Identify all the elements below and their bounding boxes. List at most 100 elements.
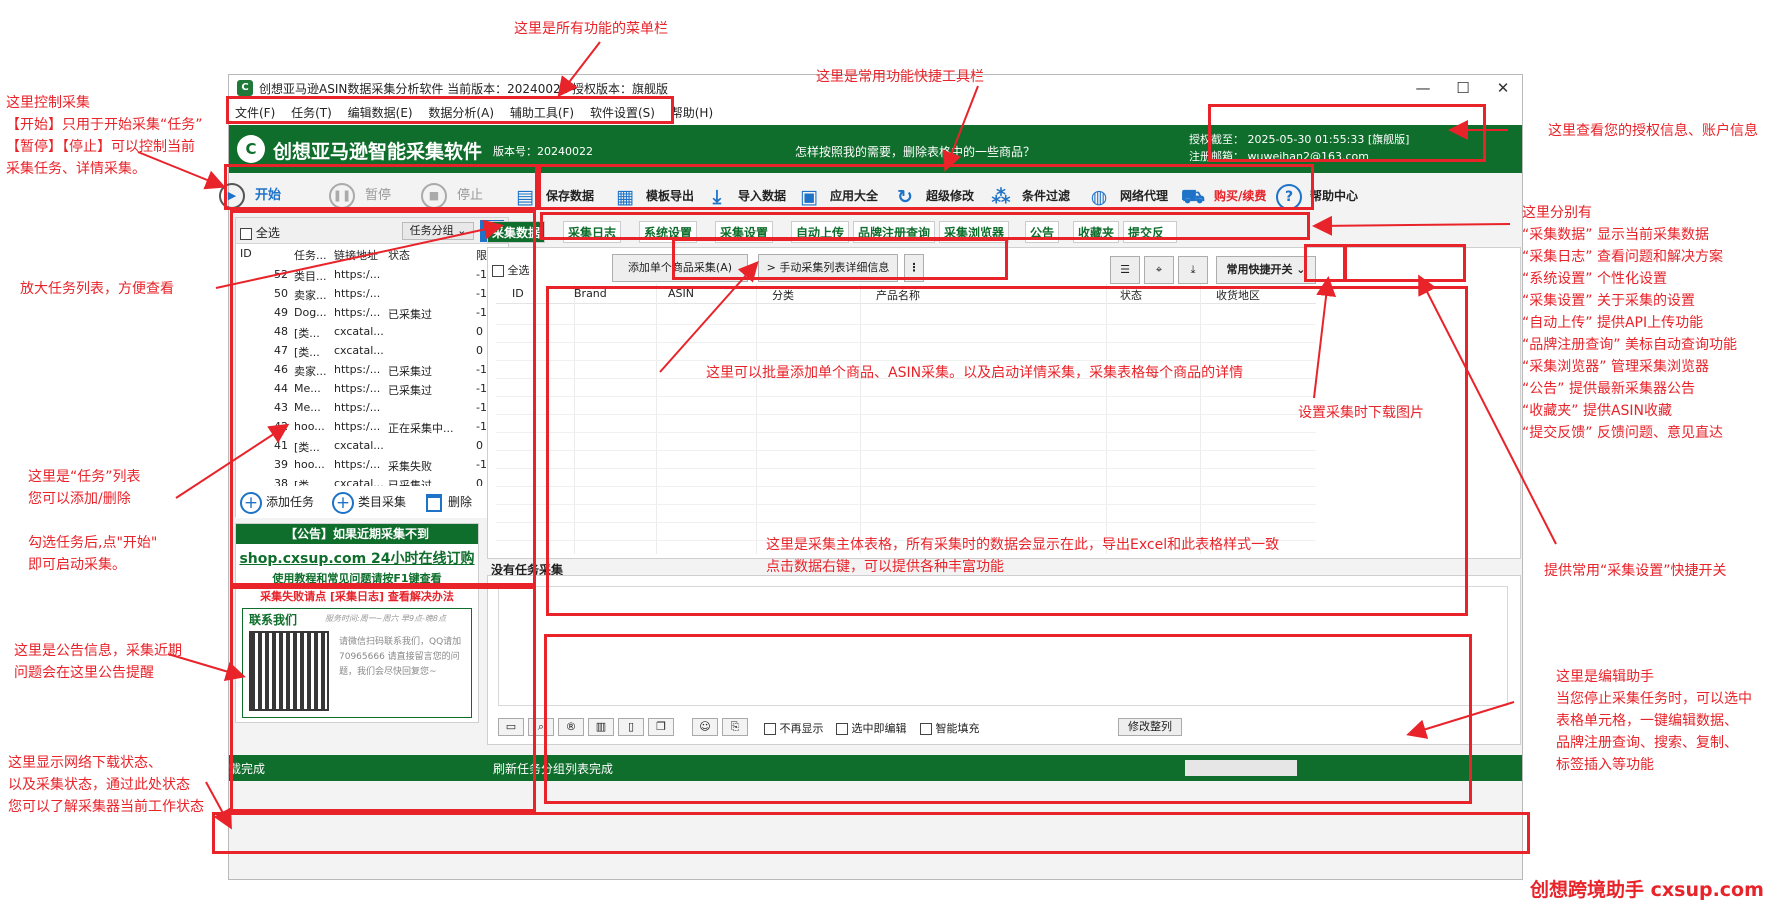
maximize-button[interactable]: ☐ (1443, 75, 1483, 101)
add-single-product-button[interactable]: 添加单个商品采集(A) (612, 254, 748, 282)
annotation-download-image: 设置采集时下载图片 (1298, 405, 1424, 421)
no-show-checkbox[interactable]: 不再显示 (764, 720, 824, 736)
import-data-button[interactable]: ⤓ 导入数据 (704, 181, 786, 211)
manual-detail-button[interactable]: > 手动采集列表详细信息 (758, 254, 898, 282)
annotation-control: 这里控制采集 【开始】只用于开始采集“任务” 【暂停】【停止】可以控制当前 采集任务、… (6, 95, 203, 177)
location-icon[interactable]: ⌖ (1144, 256, 1174, 284)
help-center-button[interactable]: ? 帮助中心 (1276, 181, 1358, 211)
task-row[interactable]: 42 hoo... https:/... 正在采集中... -1 (236, 418, 498, 436)
menu-tools[interactable]: 辅助工具(F) (504, 101, 580, 125)
task-row[interactable]: 39 hoo... https:/... 采集失败 -1 (236, 456, 498, 474)
contact-text: 请微信扫码联系我们，QQ请加 70965666 请直接留言您的问题，我们会尽快回… (339, 637, 462, 677)
filter-icon: ⁂ (991, 185, 1011, 208)
smart-fill-checkbox[interactable]: 智能填充 (920, 720, 980, 736)
template-export-button[interactable]: ▦ 模板导出 (612, 181, 694, 211)
notice-fail: 采集失败请点 [采集日志] 查看解决办法 (260, 590, 454, 603)
tab-brand-query[interactable]: 品牌注册查询 (853, 221, 936, 243)
filter-button[interactable]: ⁂ 条件过滤 (988, 181, 1070, 211)
auth-expiry: 授权截至： 2025-05-30 01:55:33 [旗舰版] (1189, 133, 1410, 146)
globe-icon: ◍ (1090, 185, 1108, 208)
copy-icon[interactable]: ❐ (648, 718, 674, 736)
tab-favorites[interactable]: 收藏夹 (1073, 221, 1120, 243)
tab-auto-upload[interactable]: 自动上传 (791, 221, 850, 243)
tab-notice[interactable]: 公告 (1025, 221, 1060, 243)
grid-row-divider (496, 468, 1316, 469)
minimize-button[interactable]: — (1403, 75, 1443, 101)
notice-panel: 【公告】如果近期采集不到 shop.cxsup.com 24小时在线订购 使用教… (235, 523, 479, 723)
menu-task[interactable]: 任务(T) (285, 101, 338, 125)
task-row[interactable]: 44 Me... https:/... 已采集过 -1 (236, 380, 498, 398)
task-row[interactable]: 41 [类... cxcatal... 0 (236, 437, 498, 455)
proxy-button[interactable]: ◍ 网络代理 (1086, 181, 1168, 211)
tab-collect-data[interactable]: 采集数据 (487, 221, 546, 243)
download-icon: ⤓ (712, 185, 722, 208)
task-row[interactable]: 50 卖家... https:/... -1 (236, 285, 498, 303)
app-icon: C (237, 80, 253, 96)
save-data-button[interactable]: ▤ 保存数据 (512, 181, 594, 211)
task-row[interactable]: 47 [类... cxcatal... 0 (236, 342, 498, 360)
stop-button[interactable]: ■ 停止 (421, 181, 483, 211)
trash-icon[interactable]: ▯ (618, 718, 644, 736)
plus-circle-icon: + (240, 491, 262, 514)
chart-icon[interactable]: ▥ (588, 718, 614, 736)
task-group-select[interactable]: 任务分组 ⌄ (402, 222, 474, 240)
task-row[interactable]: 48 [类... cxcatal... 0 (236, 323, 498, 341)
annotation-network: 这里显示网络下载状态、 以及采集状态，通过此处状态 您可以了解采集器当前工作状态 (8, 755, 204, 815)
window-title: 创想亚马逊ASIN数据采集分析软件 当前版本：20240022 授权版本：旗舰版 (259, 82, 669, 96)
brand-version: 版本号：20240022 (493, 145, 593, 158)
task-row[interactable]: 49 Dog... https:/... 已采集过 -1 (236, 304, 498, 322)
menu-data-analysis[interactable]: 数据分析(A) (422, 101, 500, 125)
tab-collect-log[interactable]: 采集日志 (563, 221, 622, 243)
brand-name: 创想亚马逊智能采集软件 (273, 141, 483, 163)
data-grid-header: ID Brand ASIN 分类 产品名称 状态 收货地区 (496, 284, 1316, 304)
select-all-data[interactable]: 全选 (492, 262, 530, 278)
add-task-button[interactable]: + 添加任务 (240, 490, 314, 514)
task-row[interactable]: 43 Me... https:/... -1 (236, 399, 498, 417)
menu-edit-data[interactable]: 编辑数据(E) (342, 101, 419, 125)
task-list-header: 全选 任务分组 ⌄ + (236, 218, 508, 244)
download-status: 下载完成 (217, 762, 266, 776)
brand-logo-icon: C (237, 135, 265, 163)
search-icon[interactable]: ⌕ (528, 718, 554, 736)
delete-task-button[interactable]: 删除 (426, 490, 472, 514)
grid-row-divider (496, 324, 1316, 325)
shop-link[interactable]: shop.cxsup.com 24小时在线订购 (236, 548, 478, 568)
list-settings-icon[interactable]: ☰ (1110, 256, 1140, 284)
fix-columns-button[interactable]: 修改整列 (1118, 718, 1182, 736)
buy-renew-button[interactable]: ⛟ 购买/续费 (1180, 181, 1266, 211)
pause-button[interactable]: ❚❚ 暂停 (329, 181, 391, 211)
start-button[interactable]: ▶ 开始 (219, 181, 281, 211)
paste-icon[interactable]: ⎘ (722, 718, 748, 736)
tab-system-settings[interactable]: 系统设置 (639, 221, 698, 243)
grid-row-divider (496, 522, 1316, 523)
tip-link[interactable]: 怎样按照我的需要，删除表格中的一些商品？ (795, 143, 1035, 160)
tab-feedback[interactable]: 提交反馈 (1123, 221, 1177, 262)
task-row[interactable]: 46 卖家... https:/... 已采集过 -1 (236, 361, 498, 379)
save-icon: ▤ (516, 185, 534, 208)
notice-banner: 【公告】如果近期采集不到 (236, 524, 478, 544)
editor-textarea[interactable] (498, 586, 1508, 706)
grid-icon[interactable]: ▭ (498, 718, 524, 736)
auth-info: 授权截至： 2025-05-30 01:55:33 [旗舰版] 注册邮箱： wu… (1189, 131, 1409, 165)
briefcase-icon: ▣ (800, 185, 818, 208)
menu-settings[interactable]: 软件设置(S) (584, 101, 661, 125)
annotation-task-list: 这里是“任务”列表 您可以添加/删除 勾选任务后,点"开始" 即可启动采集。 (28, 469, 158, 573)
task-row[interactable]: 52 类目... https:/... -1 (236, 266, 498, 284)
tab-collect-settings[interactable]: 采集设置 (715, 221, 774, 243)
app-store-button[interactable]: ▣ 应用大全 (796, 181, 878, 211)
select-all-tasks[interactable]: 全选 (240, 224, 280, 241)
download-image-icon[interactable]: ⤓ (1178, 256, 1208, 284)
more-options-button[interactable]: ⋮ (904, 254, 924, 282)
category-collect-button[interactable]: + 类目采集 (332, 490, 406, 514)
registered-icon[interactable]: ® (558, 718, 584, 736)
menu-file[interactable]: 文件(F) (229, 101, 281, 125)
menu-help[interactable]: 帮助(H) (665, 101, 719, 125)
edit-on-select-checkbox[interactable]: 选中即编辑 (836, 720, 907, 736)
close-button[interactable]: ✕ (1483, 75, 1523, 101)
quick-switch-dropdown[interactable]: 常用快捷开关 ⌄ (1216, 256, 1316, 284)
emoji-icon[interactable]: ☺ (692, 718, 718, 736)
super-edit-button[interactable]: ↻ 超级修改 (892, 181, 974, 211)
tab-collect-browser[interactable]: 采集浏览器 (939, 221, 1010, 243)
grid-row-divider (496, 450, 1316, 451)
collect-controls: ▶ 开始 ❚❚ 暂停 ■ 停止 (219, 173, 509, 217)
